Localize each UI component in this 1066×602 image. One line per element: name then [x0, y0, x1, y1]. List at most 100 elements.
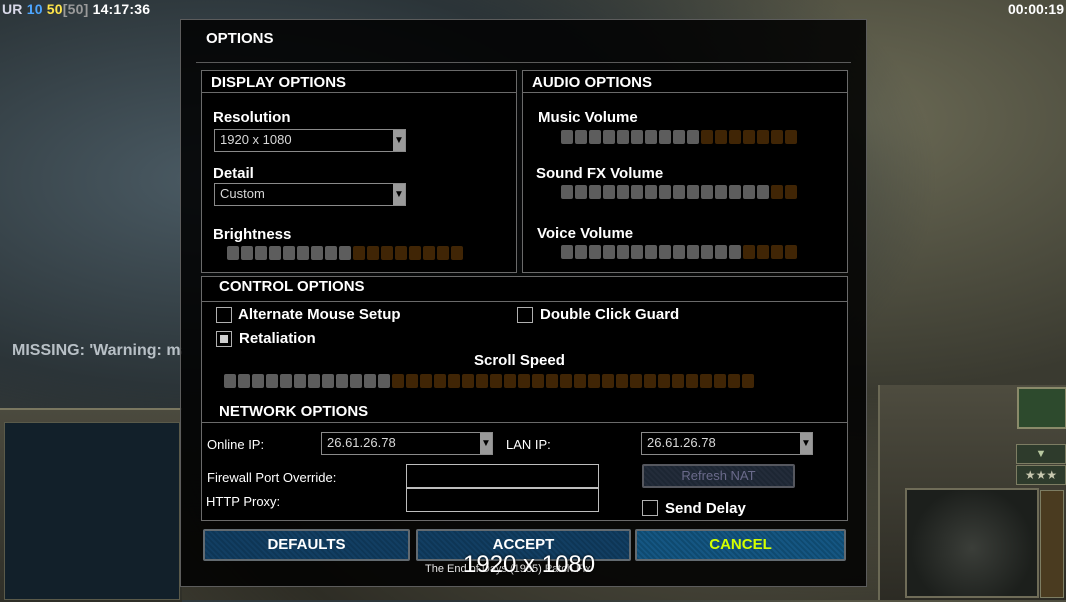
slider-segment[interactable]: [561, 185, 573, 199]
slider-segment[interactable]: [659, 185, 671, 199]
slider-segment[interactable]: [645, 245, 657, 259]
refresh-nat-button[interactable]: Refresh NAT: [642, 464, 795, 488]
slider-segment[interactable]: [518, 374, 530, 388]
slider-segment[interactable]: [227, 246, 239, 260]
slider-segment[interactable]: [631, 185, 643, 199]
slider-segment[interactable]: [532, 374, 544, 388]
slider-segment[interactable]: [381, 246, 393, 260]
slider-segment[interactable]: [686, 374, 698, 388]
alternate-mouse-checkbox[interactable]: [216, 307, 232, 323]
slider-segment[interactable]: [743, 130, 755, 144]
slider-segment[interactable]: [715, 185, 727, 199]
slider-segment[interactable]: [687, 130, 699, 144]
slider-segment[interactable]: [448, 374, 460, 388]
slider-segment[interactable]: [311, 246, 323, 260]
expand-arrow-icon[interactable]: ▼: [1016, 444, 1066, 464]
lan-ip-dropdown[interactable]: 26.61.26.78 ▼: [641, 432, 813, 455]
slider-segment[interactable]: [437, 246, 449, 260]
slider-segment[interactable]: [701, 130, 713, 144]
slider-segment[interactable]: [451, 246, 463, 260]
slider-segment[interactable]: [308, 374, 320, 388]
send-delay-checkbox[interactable]: [642, 500, 658, 516]
music-volume-slider[interactable]: [561, 130, 797, 144]
slider-segment[interactable]: [420, 374, 432, 388]
slider-segment[interactable]: [224, 374, 236, 388]
slider-segment[interactable]: [269, 246, 281, 260]
slider-segment[interactable]: [588, 374, 600, 388]
slider-segment[interactable]: [630, 374, 642, 388]
slider-segment[interactable]: [589, 130, 601, 144]
slider-segment[interactable]: [602, 374, 614, 388]
slider-segment[interactable]: [658, 374, 670, 388]
slider-segment[interactable]: [728, 374, 740, 388]
slider-segment[interactable]: [462, 374, 474, 388]
slider-segment[interactable]: [238, 374, 250, 388]
online-ip-dropdown[interactable]: 26.61.26.78 ▼: [321, 432, 493, 455]
dropdown-arrow-icon[interactable]: ▼: [480, 433, 492, 454]
scroll-speed-slider[interactable]: [224, 374, 754, 388]
slider-segment[interactable]: [673, 130, 685, 144]
dropdown-arrow-icon[interactable]: ▼: [393, 184, 405, 205]
slider-segment[interactable]: [603, 245, 615, 259]
slider-segment[interactable]: [771, 245, 783, 259]
slider-segment[interactable]: [353, 246, 365, 260]
slider-segment[interactable]: [700, 374, 712, 388]
slider-segment[interactable]: [406, 374, 418, 388]
slider-segment[interactable]: [504, 374, 516, 388]
slider-segment[interactable]: [266, 374, 278, 388]
slider-segment[interactable]: [255, 246, 267, 260]
slider-segment[interactable]: [743, 185, 755, 199]
slider-segment[interactable]: [714, 374, 726, 388]
minimap[interactable]: [4, 422, 180, 600]
resolution-dropdown[interactable]: 1920 x 1080 ▼: [214, 129, 406, 152]
slider-segment[interactable]: [617, 245, 629, 259]
slider-segment[interactable]: [729, 185, 741, 199]
slider-segment[interactable]: [617, 130, 629, 144]
slider-segment[interactable]: [589, 245, 601, 259]
slider-segment[interactable]: [575, 245, 587, 259]
slider-segment[interactable]: [589, 185, 601, 199]
dropdown-arrow-icon[interactable]: ▼: [393, 130, 405, 151]
slider-segment[interactable]: [687, 245, 699, 259]
slider-segment[interactable]: [561, 130, 573, 144]
slider-segment[interactable]: [757, 130, 769, 144]
slider-segment[interactable]: [364, 374, 376, 388]
slider-segment[interactable]: [701, 245, 713, 259]
slider-segment[interactable]: [687, 185, 699, 199]
slider-segment[interactable]: [350, 374, 362, 388]
slider-segment[interactable]: [645, 130, 657, 144]
slider-segment[interactable]: [785, 185, 797, 199]
slider-segment[interactable]: [742, 374, 754, 388]
detail-dropdown[interactable]: Custom ▼: [214, 183, 406, 206]
slider-segment[interactable]: [367, 246, 379, 260]
slider-segment[interactable]: [395, 246, 407, 260]
slider-segment[interactable]: [560, 374, 572, 388]
slider-segment[interactable]: [336, 374, 348, 388]
slider-segment[interactable]: [423, 246, 435, 260]
slider-segment[interactable]: [574, 374, 586, 388]
brightness-slider[interactable]: [227, 246, 463, 260]
slider-segment[interactable]: [701, 185, 713, 199]
voice-volume-slider[interactable]: [561, 245, 797, 259]
double-click-guard-checkbox[interactable]: [517, 307, 533, 323]
slider-segment[interactable]: [659, 245, 671, 259]
slider-segment[interactable]: [616, 374, 628, 388]
slider-segment[interactable]: [715, 245, 727, 259]
slider-segment[interactable]: [771, 185, 783, 199]
dropdown-arrow-icon[interactable]: ▼: [800, 433, 812, 454]
general-rank-icon[interactable]: [1017, 387, 1066, 429]
slider-segment[interactable]: [280, 374, 292, 388]
slider-segment[interactable]: [283, 246, 295, 260]
sfx-volume-slider[interactable]: [561, 185, 797, 199]
slider-segment[interactable]: [785, 130, 797, 144]
slider-segment[interactable]: [715, 130, 727, 144]
slider-segment[interactable]: [575, 185, 587, 199]
slider-segment[interactable]: [617, 185, 629, 199]
slider-segment[interactable]: [490, 374, 502, 388]
slider-segment[interactable]: [561, 245, 573, 259]
slider-segment[interactable]: [325, 246, 337, 260]
slider-segment[interactable]: [673, 185, 685, 199]
slider-segment[interactable]: [297, 246, 309, 260]
slider-segment[interactable]: [631, 245, 643, 259]
http-proxy-input[interactable]: [406, 488, 599, 512]
